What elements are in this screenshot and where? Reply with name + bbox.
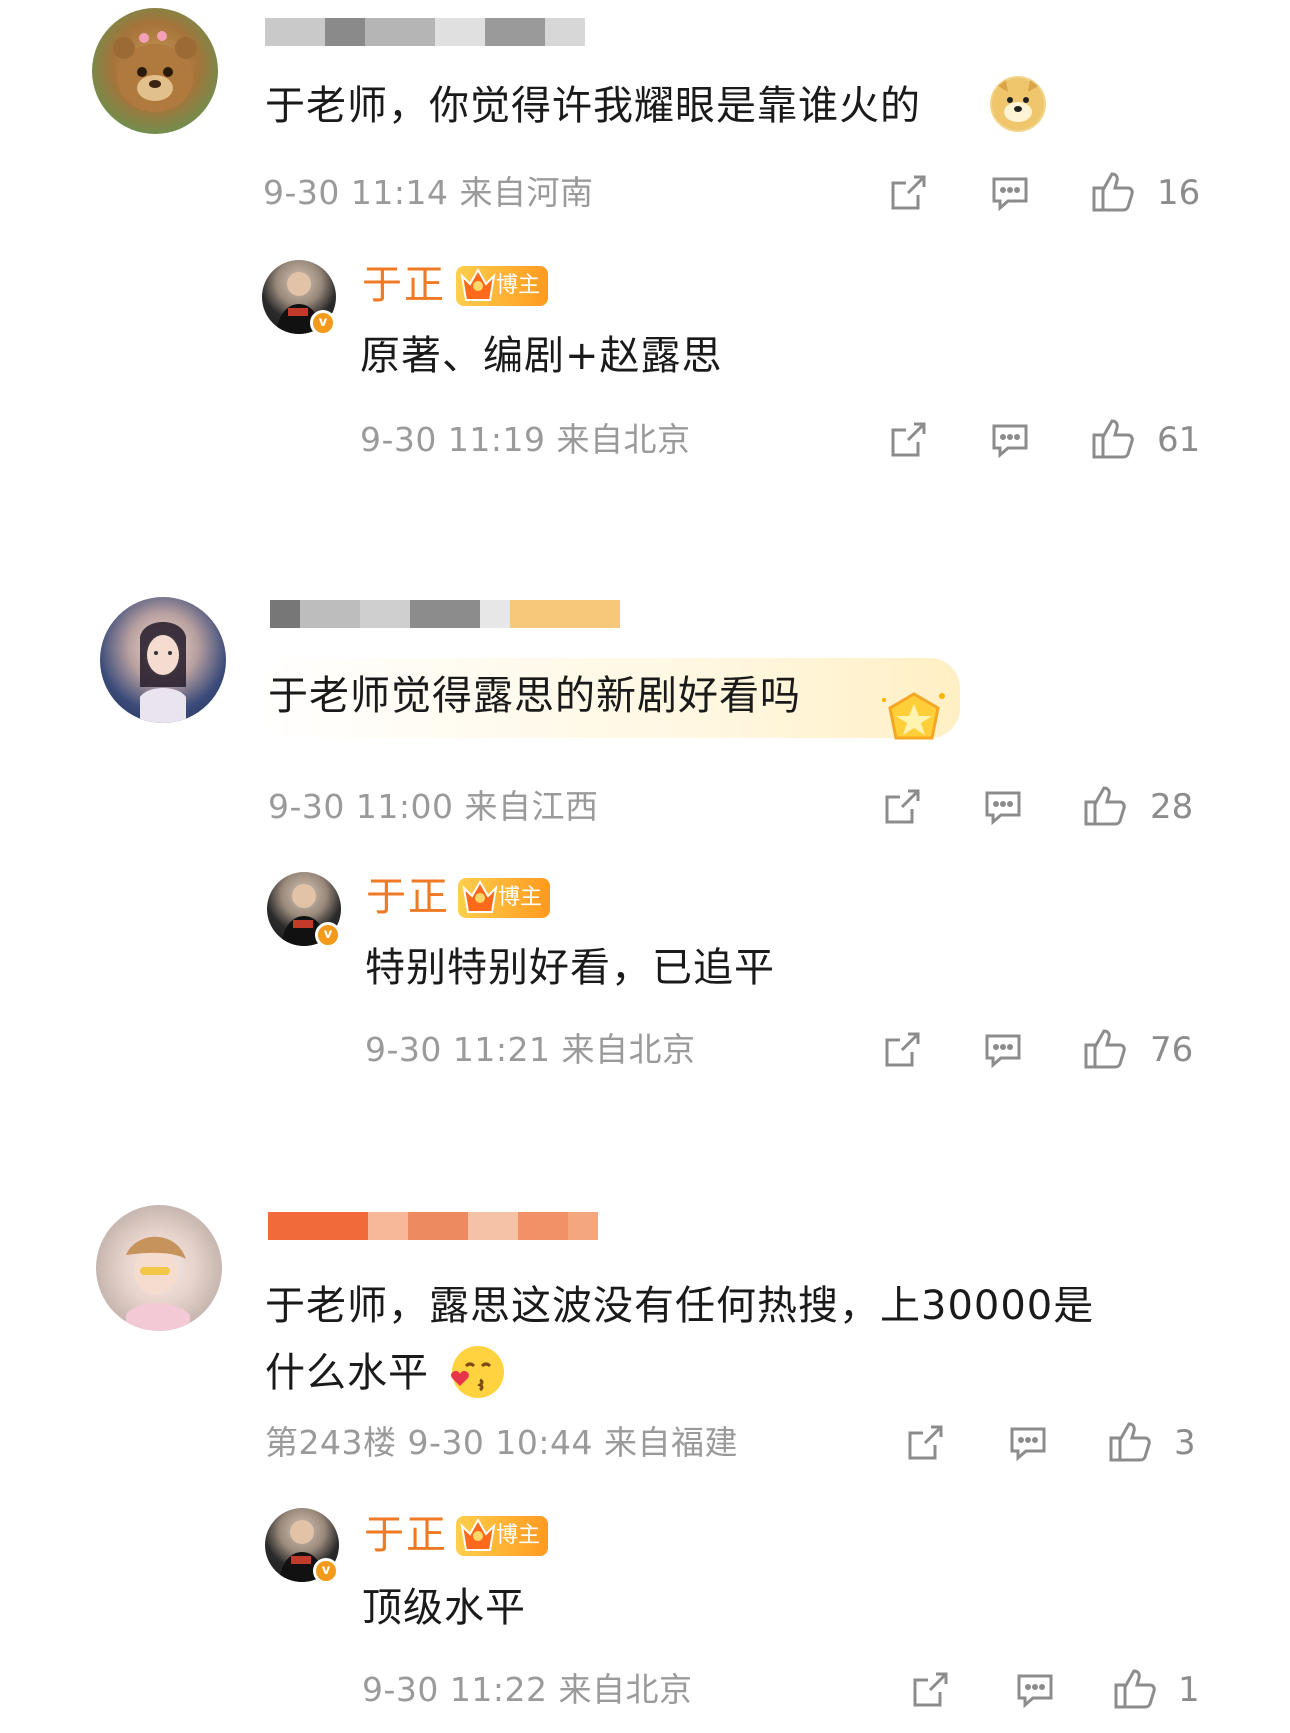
comment-reply-icon[interactable]	[1008, 1423, 1048, 1463]
reply-username[interactable]: 于正	[364, 1513, 448, 1557]
girl-avatar-icon	[140, 622, 186, 723]
like-icon[interactable]	[1082, 1025, 1128, 1071]
crown-icon	[460, 1517, 496, 1551]
host-badge-label: 博主	[498, 885, 543, 910]
reply-meta: 9-30 11:21 来自北京	[365, 1030, 696, 1069]
comment-reply-icon[interactable]	[990, 420, 1030, 460]
avatar[interactable]	[100, 597, 226, 723]
verified-badge-icon: v	[315, 922, 341, 948]
like-icon[interactable]	[1107, 1418, 1153, 1464]
reply-text: 特别特别好看，已追平	[365, 945, 775, 991]
star-badge-icon	[880, 688, 948, 746]
verified-badge-icon: v	[313, 1558, 339, 1584]
username-blurred[interactable]	[270, 600, 620, 644]
share-icon[interactable]	[905, 1423, 945, 1463]
comment-text-line2: 什么水平	[265, 1350, 429, 1396]
comment-reply-icon[interactable]	[990, 173, 1030, 213]
host-badge: 博主	[456, 1516, 548, 1556]
share-icon[interactable]	[888, 420, 928, 460]
username-blurred[interactable]	[265, 18, 585, 62]
host-badge-label: 博主	[496, 273, 541, 298]
username-blurred[interactable]	[268, 1212, 598, 1256]
reply-text: 原著、编剧+赵露思	[360, 333, 723, 379]
reply-username[interactable]: 于正	[366, 875, 450, 919]
share-icon[interactable]	[888, 173, 928, 213]
avatar[interactable]	[92, 8, 218, 134]
comment-reply-icon[interactable]	[983, 787, 1023, 827]
bear-avatar-icon	[113, 31, 197, 112]
like-count: 28	[1150, 787, 1194, 827]
comment-reply-icon[interactable]	[1015, 1670, 1055, 1710]
verified-badge-icon: v	[310, 310, 336, 336]
comment-text: 于老师，你觉得许我耀眼是靠谁火的	[265, 83, 921, 129]
reply-meta: 9-30 11:19 来自北京	[360, 420, 691, 459]
comment-meta: 9-30 11:00 来自江西	[268, 787, 599, 826]
reply-meta: 9-30 11:22 来自北京	[362, 1670, 693, 1709]
like-icon[interactable]	[1112, 1665, 1158, 1711]
doge-icon	[990, 76, 1046, 132]
reply-username[interactable]: 于正	[362, 263, 446, 307]
crown-icon	[460, 267, 496, 301]
host-badge: 博主	[456, 266, 548, 306]
host-badge: 博主	[458, 878, 550, 918]
share-icon[interactable]	[910, 1670, 950, 1710]
avatar[interactable]	[96, 1205, 222, 1331]
comment-meta: 9-30 11:14 来自河南	[263, 173, 594, 212]
share-icon[interactable]	[882, 787, 922, 827]
kiss-emoji-icon	[446, 1342, 506, 1402]
like-icon[interactable]	[1090, 168, 1136, 214]
like-count: 61	[1157, 420, 1201, 460]
like-icon[interactable]	[1082, 782, 1128, 828]
host-badge-label: 博主	[496, 1523, 541, 1548]
comment-meta: 第243楼 9-30 10:44 来自福建	[265, 1423, 738, 1462]
like-count: 76	[1150, 1030, 1194, 1070]
share-icon[interactable]	[882, 1030, 922, 1070]
like-count: 1	[1178, 1670, 1200, 1710]
crown-icon	[462, 879, 498, 913]
like-count: 3	[1174, 1423, 1196, 1463]
comment-reply-icon[interactable]	[983, 1030, 1023, 1070]
like-count: 16	[1157, 173, 1201, 213]
comment-text: 于老师觉得露思的新剧好看吗	[268, 673, 801, 719]
comment-text: 于老师，露思这波没有任何热搜，上30000是	[265, 1283, 1095, 1329]
girl-sleeping-avatar-icon	[126, 1236, 190, 1331]
like-icon[interactable]	[1090, 415, 1136, 461]
reply-text: 顶级水平	[362, 1585, 526, 1631]
